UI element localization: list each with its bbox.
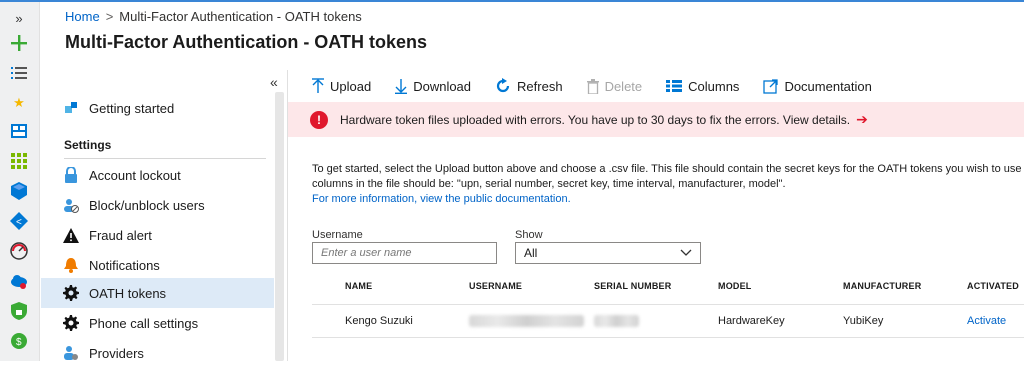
column-header-name[interactable]: NAME xyxy=(345,281,372,291)
row-divider xyxy=(312,337,1024,338)
dashboard-icon[interactable] xyxy=(8,120,30,142)
show-dropdown[interactable]: All xyxy=(515,242,701,264)
star-icon[interactable]: ★ xyxy=(8,92,30,114)
top-accent-line xyxy=(0,0,1024,2)
svg-text:<: < xyxy=(16,217,22,228)
expand-sidebar-button[interactable]: » xyxy=(8,7,30,29)
documentation-label: Documentation xyxy=(784,78,872,94)
upload-icon xyxy=(312,78,324,94)
error-banner[interactable]: ! Hardware token files uploaded with err… xyxy=(288,102,1024,137)
section-divider xyxy=(64,158,266,159)
settings-section-heading: Settings xyxy=(64,138,112,152)
breadcrumb-home-link[interactable]: Home xyxy=(65,9,100,24)
columns-icon xyxy=(666,80,683,92)
menu-item-label: Block/unblock users xyxy=(89,197,205,213)
column-header-model[interactable]: MODEL xyxy=(718,281,752,291)
page-title: Multi-Factor Authentication - OATH token… xyxy=(65,32,427,52)
menu-item-block-unblock-users[interactable]: Block/unblock users xyxy=(41,190,274,220)
refresh-label: Refresh xyxy=(517,78,563,94)
upload-button[interactable]: Upload xyxy=(312,78,371,94)
list-icon[interactable] xyxy=(8,62,30,84)
cube-icon[interactable] xyxy=(8,180,30,202)
block-users-icon xyxy=(63,197,79,213)
menu-item-label: Fraud alert xyxy=(89,227,152,243)
intro-line-2: columns in the file should be: "upn, ser… xyxy=(312,178,786,190)
lock-icon xyxy=(63,167,79,183)
rocket-icon xyxy=(63,100,79,116)
cell-manufacturer: YubiKey xyxy=(843,315,884,327)
column-header-manufacturer[interactable]: MANUFACTURER xyxy=(843,281,921,291)
download-icon xyxy=(395,78,408,94)
arrow-right-icon: ➔ xyxy=(856,111,868,127)
devops-icon[interactable]: < xyxy=(8,210,30,232)
documentation-button[interactable]: Documentation xyxy=(763,78,872,94)
error-icon: ! xyxy=(310,110,328,129)
username-label: Username xyxy=(312,229,363,241)
refresh-icon xyxy=(495,78,511,94)
delete-label: Delete xyxy=(604,78,643,94)
intro-line-1: To get started, select the Upload button… xyxy=(312,163,1022,175)
cell-name: Kengo Suzuki xyxy=(345,315,413,327)
redacted-serial-number xyxy=(594,315,639,327)
security-icon[interactable] xyxy=(8,300,30,322)
gear-icon xyxy=(63,285,79,301)
redacted-username xyxy=(469,315,584,327)
column-header-serial-number[interactable]: SERIAL NUMBER xyxy=(594,281,671,291)
cost-icon[interactable]: $ xyxy=(8,330,30,352)
bell-icon xyxy=(63,257,79,273)
menu-item-label: Getting started xyxy=(89,100,175,116)
columns-button[interactable]: Columns xyxy=(666,79,739,94)
breadcrumb: Home > Multi-Factor Authentication - OATH … xyxy=(65,9,362,24)
menu-item-fraud-alert[interactable]: Fraud alert xyxy=(41,220,274,250)
menu-item-label: Providers xyxy=(89,345,144,361)
command-bar: Upload Download Refresh Delete Columns D… xyxy=(288,70,1024,102)
download-button[interactable]: Download xyxy=(395,78,471,94)
menu-item-getting-started[interactable]: Getting started xyxy=(41,93,274,123)
menu-item-notifications[interactable]: Notifications xyxy=(41,250,274,280)
plus-icon[interactable] xyxy=(8,32,30,54)
blade-menu: Getting started Settings Account lockout… xyxy=(41,70,288,361)
column-header-username[interactable]: USERNAME xyxy=(469,281,522,291)
banner-message: Hardware token files uploaded with error… xyxy=(340,112,851,127)
svg-text:$: $ xyxy=(16,337,22,348)
username-input[interactable] xyxy=(312,242,497,264)
public-documentation-link[interactable]: For more information, view the public do… xyxy=(312,192,1024,207)
portal-sidebar: » ★ < $ xyxy=(0,2,40,361)
gear-icon xyxy=(63,315,79,331)
menu-item-label: OATH tokens xyxy=(89,285,167,301)
upload-label: Upload xyxy=(330,78,372,94)
all-services-icon[interactable] xyxy=(8,150,30,172)
breadcrumb-separator: > xyxy=(105,9,114,24)
menu-item-oath-tokens[interactable]: OATH tokens xyxy=(41,278,274,308)
show-label: Show xyxy=(515,229,543,241)
menu-item-account-lockout[interactable]: Account lockout xyxy=(41,160,274,190)
warning-icon xyxy=(63,227,79,243)
menu-item-label: Phone call settings xyxy=(89,315,199,331)
delete-button[interactable]: Delete xyxy=(586,78,643,94)
cloud-icon[interactable] xyxy=(8,270,30,292)
header-divider xyxy=(312,304,1024,305)
menu-scrollbar[interactable] xyxy=(275,92,284,361)
monitor-icon[interactable] xyxy=(8,240,30,262)
menu-item-label: Account lockout xyxy=(89,167,181,183)
refresh-button[interactable]: Refresh xyxy=(495,78,563,94)
cell-model: HardwareKey xyxy=(718,315,785,327)
download-label: Download xyxy=(413,78,472,94)
expand-icon: » xyxy=(15,10,23,26)
breadcrumb-current: Multi-Factor Authentication - OATH token… xyxy=(119,9,362,24)
intro-text: To get started, select the Upload button… xyxy=(312,162,1024,207)
activate-link[interactable]: Activate xyxy=(967,315,1006,327)
menu-item-providers[interactable]: Providers xyxy=(41,338,274,368)
chevron-down-icon xyxy=(680,246,692,260)
menu-item-phone-call-settings[interactable]: Phone call settings xyxy=(41,308,274,338)
columns-label: Columns xyxy=(688,78,740,94)
external-link-icon xyxy=(763,78,779,94)
providers-icon xyxy=(63,345,79,361)
column-header-activated[interactable]: ACTIVATED xyxy=(967,281,1019,291)
show-selected-value: All xyxy=(524,246,538,260)
menu-item-label: Notifications xyxy=(89,257,160,273)
trash-icon xyxy=(586,78,599,94)
